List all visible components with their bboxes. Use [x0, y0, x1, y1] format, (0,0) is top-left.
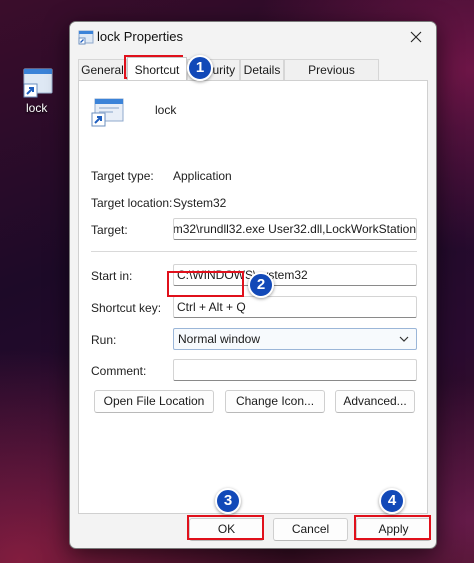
- run-label: Run:: [91, 333, 117, 347]
- shortcut-app-icon: [22, 66, 54, 98]
- advanced-button[interactable]: Advanced...: [335, 390, 415, 413]
- step-badge-3: 3: [215, 488, 241, 514]
- app-name: lock: [155, 103, 177, 117]
- target-type-value: Application: [173, 169, 232, 183]
- change-icon-button[interactable]: Change Icon...: [225, 390, 325, 413]
- shortcut-title-icon: [78, 29, 94, 45]
- chevron-down-icon: [398, 332, 410, 346]
- shortcut-panel: lock Target type: Application Target loc…: [78, 80, 428, 514]
- window-title: lock Properties: [97, 29, 183, 44]
- close-icon: [410, 31, 422, 43]
- run-selected-value: Normal window: [178, 332, 261, 346]
- close-button[interactable]: [396, 22, 436, 52]
- run-dropdown[interactable]: Normal window: [173, 328, 417, 350]
- start-in-label: Start in:: [91, 269, 133, 283]
- comment-label: Comment:: [91, 364, 147, 378]
- comment-field[interactable]: [173, 359, 417, 381]
- step-badge-1: 1: [187, 55, 213, 81]
- start-in-field[interactable]: C:\WINDOWS\system32: [173, 264, 417, 286]
- title-bar[interactable]: lock Properties: [70, 22, 436, 52]
- ok-button[interactable]: OK: [189, 518, 264, 541]
- target-field[interactable]: C:\Windows\System32\rundll32.exe User32.…: [173, 218, 417, 240]
- tab-details[interactable]: Details: [240, 59, 284, 80]
- separator: [91, 251, 417, 252]
- step-badge-4: 4: [379, 488, 405, 514]
- desktop-shortcut-lock[interactable]: lock: [14, 66, 62, 115]
- tab-general[interactable]: General: [78, 59, 127, 80]
- cancel-button[interactable]: Cancel: [273, 518, 348, 541]
- step-badge-2: 2: [248, 272, 274, 298]
- shortcut-key-field[interactable]: Ctrl + Alt + Q: [173, 296, 417, 318]
- tab-previous-versions[interactable]: Previous Versions: [284, 59, 379, 98]
- shortcut-key-label: Shortcut key:: [91, 301, 162, 315]
- tab-shortcut[interactable]: Shortcut: [127, 57, 187, 80]
- open-file-location-button[interactable]: Open File Location: [94, 390, 214, 413]
- target-value: C:\Windows\System32\rundll32.exe User32.…: [173, 222, 416, 236]
- target-location-label: Target location:: [91, 196, 173, 210]
- app-shortcut-icon: [91, 97, 125, 127]
- target-type-label: Target type:: [91, 169, 154, 183]
- target-location-value: System32: [173, 196, 227, 210]
- desktop-icon-label: lock: [26, 101, 48, 115]
- target-label: Target:: [91, 223, 128, 237]
- apply-button[interactable]: Apply: [356, 518, 431, 541]
